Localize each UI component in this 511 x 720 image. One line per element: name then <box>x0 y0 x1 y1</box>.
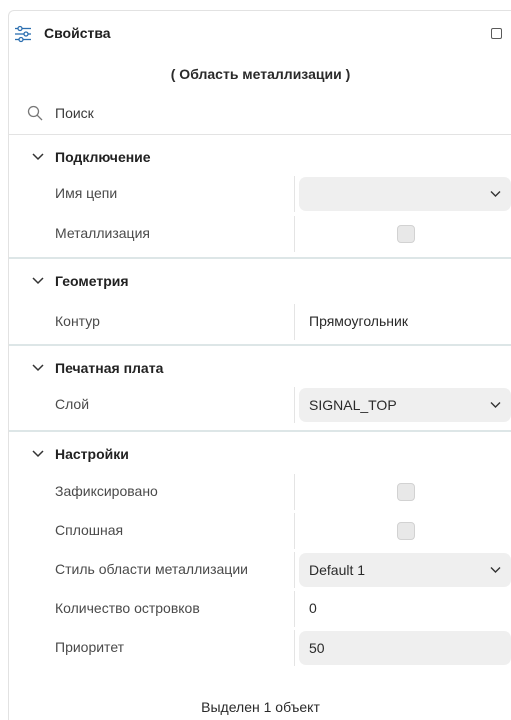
column-divider <box>294 630 295 666</box>
column-divider <box>294 304 295 340</box>
chevron-down-icon <box>32 450 44 458</box>
section-divider <box>9 257 511 259</box>
priority-value: 50 <box>309 640 325 656</box>
property-label: Зафиксировано <box>55 483 158 499</box>
property-row-contour: Контур Прямоугольник <box>9 304 511 340</box>
property-label: Слой <box>55 396 90 412</box>
chevron-down-icon <box>32 364 44 372</box>
property-label: Количество островков <box>55 600 200 616</box>
column-divider <box>294 552 295 588</box>
property-row-metallization: Металлизация <box>9 216 511 252</box>
section-divider <box>9 344 511 346</box>
panel-title: Свойства <box>44 25 111 41</box>
property-label: Стиль области металлизации <box>55 561 248 577</box>
search-input[interactable] <box>55 101 485 125</box>
section-title: Настройки <box>55 446 129 462</box>
property-label: Контур <box>55 313 100 329</box>
property-label: Имя цепи <box>55 185 118 201</box>
property-row-solid: Сплошная <box>9 513 511 549</box>
column-divider <box>294 216 295 252</box>
chevron-down-icon <box>32 277 44 285</box>
selection-status: Выделен 1 объект <box>201 699 320 715</box>
search-icon <box>27 105 43 121</box>
column-divider <box>294 176 295 212</box>
property-row-islands: Количество островков 0 <box>9 591 511 627</box>
fill-style-select[interactable]: Default 1 <box>299 553 511 587</box>
section-pcb-header[interactable]: Печатная плата <box>9 352 511 386</box>
property-row-layer: Слой SIGNAL_TOP <box>9 387 511 423</box>
column-divider <box>294 513 295 549</box>
section-title: Геометрия <box>55 273 129 289</box>
priority-field[interactable]: 50 <box>299 631 511 665</box>
sliders-icon <box>15 25 31 43</box>
panel-header: Свойства <box>9 11 511 55</box>
object-type-title: ( Область металлизации ) <box>170 66 351 82</box>
section-settings-header[interactable]: Настройки <box>9 438 511 472</box>
chevron-down-icon <box>490 191 501 197</box>
contour-value: Прямоугольник <box>309 313 408 329</box>
locked-checkbox[interactable] <box>397 483 415 501</box>
section-geometry-header[interactable]: Геометрия <box>9 265 511 299</box>
metallization-checkbox[interactable] <box>397 225 415 243</box>
select-value: SIGNAL_TOP <box>309 397 397 413</box>
chevron-down-icon <box>32 153 44 161</box>
section-connection-header[interactable]: Подключение <box>9 141 511 175</box>
column-divider <box>294 591 295 627</box>
column-divider <box>294 474 295 510</box>
search-bar <box>9 97 511 137</box>
section-title: Подключение <box>55 149 151 165</box>
solid-checkbox[interactable] <box>397 522 415 540</box>
property-row-style: Стиль области металлизации Default 1 <box>9 552 511 588</box>
layer-select[interactable]: SIGNAL_TOP <box>299 388 511 422</box>
search-divider <box>9 134 511 135</box>
chevron-down-icon <box>490 402 501 408</box>
chevron-down-icon <box>490 567 501 573</box>
property-row-net: Имя цепи <box>9 176 511 212</box>
net-select[interactable] <box>299 177 511 211</box>
properties-panel: Свойства ( Область металлизации ) Подклю… <box>8 10 511 720</box>
column-divider <box>294 387 295 423</box>
property-row-priority: Приоритет 50 <box>9 630 511 666</box>
islands-value: 0 <box>309 600 317 616</box>
property-label: Сплошная <box>55 522 124 538</box>
property-row-locked: Зафиксировано <box>9 474 511 510</box>
maximize-icon[interactable] <box>491 28 502 39</box>
section-divider <box>9 430 511 432</box>
section-title: Печатная плата <box>55 360 164 376</box>
property-label: Металлизация <box>55 225 150 241</box>
property-label: Приоритет <box>55 639 125 655</box>
select-value: Default 1 <box>309 562 366 578</box>
